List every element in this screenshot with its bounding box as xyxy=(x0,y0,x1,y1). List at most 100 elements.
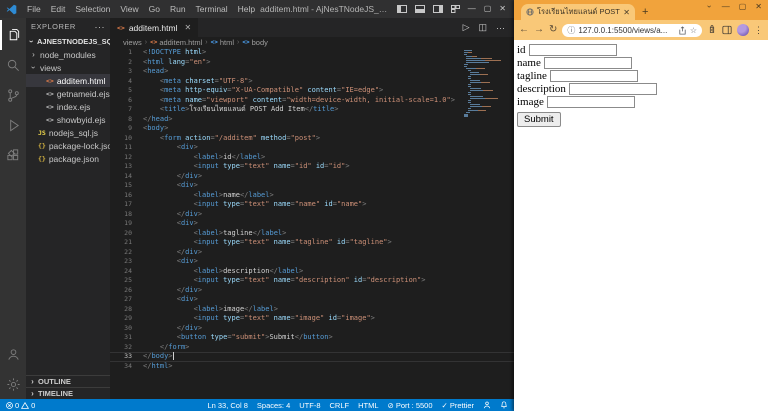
code-line-20[interactable]: 20 <label>tagline</label> xyxy=(110,229,514,239)
tree-item-views[interactable]: ›views xyxy=(26,61,110,74)
code-line-30[interactable]: 30 </div> xyxy=(110,324,514,334)
code-line-7[interactable]: 7 <title>โรงเรียนไทยแลนด์ POST Add Item<… xyxy=(110,105,514,115)
code-line-25[interactable]: 25 <input type="text" name="description"… xyxy=(110,276,514,286)
problems-status[interactable]: 0 0 xyxy=(6,401,35,410)
reload-icon[interactable]: ↻ xyxy=(549,25,557,35)
code-line-33[interactable]: 33</body> xyxy=(110,352,514,362)
browser-maximize-button[interactable]: ▢ xyxy=(739,2,747,11)
status-utf-8[interactable]: UTF-8 xyxy=(299,401,320,410)
code-line-18[interactable]: 18 </div> xyxy=(110,210,514,220)
code-line-31[interactable]: 31 <button type="submit">Submit</button> xyxy=(110,333,514,343)
bookmark-star-icon[interactable]: ☆ xyxy=(690,26,697,35)
run-file-icon[interactable]: ▷ xyxy=(463,22,470,33)
code-line-26[interactable]: 26 </div> xyxy=(110,286,514,296)
forward-icon[interactable]: → xyxy=(534,25,544,35)
menu-edit[interactable]: Edit xyxy=(46,4,71,14)
feedback-icon[interactable] xyxy=(483,401,491,409)
code-line-15[interactable]: 15 <div> xyxy=(110,181,514,191)
tree-item-nodejs_sql.js[interactable]: JSnodejs_sql.js xyxy=(26,126,110,139)
code-line-14[interactable]: 14 </div> xyxy=(110,172,514,182)
breadcrumb-item-views[interactable]: views xyxy=(123,38,142,47)
breadcrumb-item-body[interactable]: <>body xyxy=(242,38,268,47)
code-line-3[interactable]: 3<head> xyxy=(110,67,514,77)
close-button[interactable]: ✕ xyxy=(499,5,506,13)
tree-item-node_modules[interactable]: ›node_modules xyxy=(26,48,110,61)
menu-go[interactable]: Go xyxy=(144,4,165,14)
code-line-11[interactable]: 11 <div> xyxy=(110,143,514,153)
more-actions-icon[interactable]: ··· xyxy=(496,23,505,33)
workspace-root-row[interactable]: › AJNESTNODEJS_SQL xyxy=(26,35,110,48)
prettier-status[interactable]: ✓ Prettier xyxy=(442,401,474,410)
tagline-input[interactable] xyxy=(550,70,638,82)
new-tab-button[interactable]: + xyxy=(642,7,648,18)
code-line-1[interactable]: 1<!DOCTYPE html> xyxy=(110,48,514,58)
code-line-22[interactable]: 22 </div> xyxy=(110,248,514,258)
code-line-6[interactable]: 6 <meta name="viewport" content="width=d… xyxy=(110,96,514,106)
back-icon[interactable]: ← xyxy=(519,25,529,35)
breadcrumb-item-additem.html[interactable]: <>additem.html xyxy=(150,38,202,47)
minimap[interactable] xyxy=(464,50,509,117)
menu-help[interactable]: Help xyxy=(233,4,260,14)
code-editor[interactable]: 1<!DOCTYPE html>2<html lang="en">3<head>… xyxy=(110,48,514,399)
side-panel-icon[interactable] xyxy=(722,25,732,35)
browser-menu-icon[interactable]: ⋮ xyxy=(754,25,763,36)
status-spaces-4[interactable]: Spaces: 4 xyxy=(257,401,290,410)
run-debug-icon[interactable] xyxy=(0,110,26,140)
sidebar-more-actions-icon[interactable]: ··· xyxy=(95,22,106,32)
tree-item-getnameid.ejs[interactable]: <>getnameid.ejs xyxy=(26,87,110,100)
name-input[interactable] xyxy=(544,57,632,69)
site-info-icon[interactable]: ⓘ xyxy=(567,25,575,36)
menu-file[interactable]: File xyxy=(22,4,46,14)
browser-close-button[interactable]: ✕ xyxy=(755,2,762,11)
menu-selection[interactable]: Selection xyxy=(70,4,115,14)
tab-search-icon[interactable]: › xyxy=(705,3,714,10)
code-line-24[interactable]: 24 <label>description</label> xyxy=(110,267,514,277)
minimize-button[interactable]: — xyxy=(468,5,476,13)
code-line-2[interactable]: 2<html lang="en"> xyxy=(110,58,514,68)
extensions-puzzle-icon[interactable] xyxy=(707,25,717,35)
accounts-icon[interactable] xyxy=(0,339,26,369)
status-ln-33-col-8[interactable]: Ln 33, Col 8 xyxy=(207,401,247,410)
status-crlf[interactable]: CRLF xyxy=(330,401,350,410)
submit-button[interactable]: Submit xyxy=(517,112,561,127)
search-icon[interactable] xyxy=(0,50,26,80)
settings-gear-icon[interactable] xyxy=(0,369,26,399)
bell-icon[interactable] xyxy=(500,401,508,409)
maximize-button[interactable]: ▢ xyxy=(484,5,492,13)
tree-item-package.json[interactable]: {}package.json xyxy=(26,152,110,165)
code-line-29[interactable]: 29 <input type="text" name="image" id="i… xyxy=(110,314,514,324)
browser-tab[interactable]: โรงเรียนไทยแลนด์ POST Add Item ✕ xyxy=(521,4,635,20)
code-line-34[interactable]: 34</html> xyxy=(110,362,514,372)
toggle-panel-icon[interactable] xyxy=(415,5,425,13)
code-line-28[interactable]: 28 <label>image</label> xyxy=(110,305,514,315)
code-line-21[interactable]: 21 <input type="text" name="tagline" id=… xyxy=(110,238,514,248)
code-line-8[interactable]: 8</head> xyxy=(110,115,514,125)
profile-avatar[interactable] xyxy=(737,24,749,36)
menu-view[interactable]: View xyxy=(115,4,143,14)
tab-additem-html[interactable]: <> additem.html ✕ xyxy=(110,18,198,37)
code-line-13[interactable]: 13 <input type="text" name="id" id="id"> xyxy=(110,162,514,172)
code-line-16[interactable]: 16 <label>name</label> xyxy=(110,191,514,201)
customize-layout-icon[interactable] xyxy=(451,5,460,13)
code-line-23[interactable]: 23 <div> xyxy=(110,257,514,267)
image-input[interactable] xyxy=(547,96,635,108)
code-line-4[interactable]: 4 <meta charset="UTF-8"> xyxy=(110,77,514,87)
address-bar[interactable]: ⓘ 127.0.0.1:5500/views/a... ☆ xyxy=(562,24,702,37)
code-line-9[interactable]: 9<body> xyxy=(110,124,514,134)
code-line-27[interactable]: 27 <div> xyxy=(110,295,514,305)
tree-item-package-lock.json[interactable]: {}package-lock.json xyxy=(26,139,110,152)
toggle-sidebar-icon[interactable] xyxy=(397,5,407,13)
extensions-icon[interactable] xyxy=(0,140,26,170)
tab-close-icon[interactable]: ✕ xyxy=(185,23,192,32)
split-editor-icon[interactable]: ◫ xyxy=(478,22,487,33)
explorer-icon[interactable] xyxy=(0,20,26,50)
description-input[interactable] xyxy=(569,83,657,95)
share-icon[interactable] xyxy=(678,26,687,35)
status-html[interactable]: HTML xyxy=(358,401,378,410)
code-line-10[interactable]: 10 <form action="/additem" method="post"… xyxy=(110,134,514,144)
breadcrumb-item-html[interactable]: <>html xyxy=(211,38,234,47)
menu-terminal[interactable]: Terminal xyxy=(191,4,233,14)
code-line-5[interactable]: 5 <meta http-equiv="X-UA-Compatible" con… xyxy=(110,86,514,96)
section-timeline[interactable]: ›TIMELINE xyxy=(26,387,110,399)
menu-run[interactable]: Run xyxy=(165,4,191,14)
